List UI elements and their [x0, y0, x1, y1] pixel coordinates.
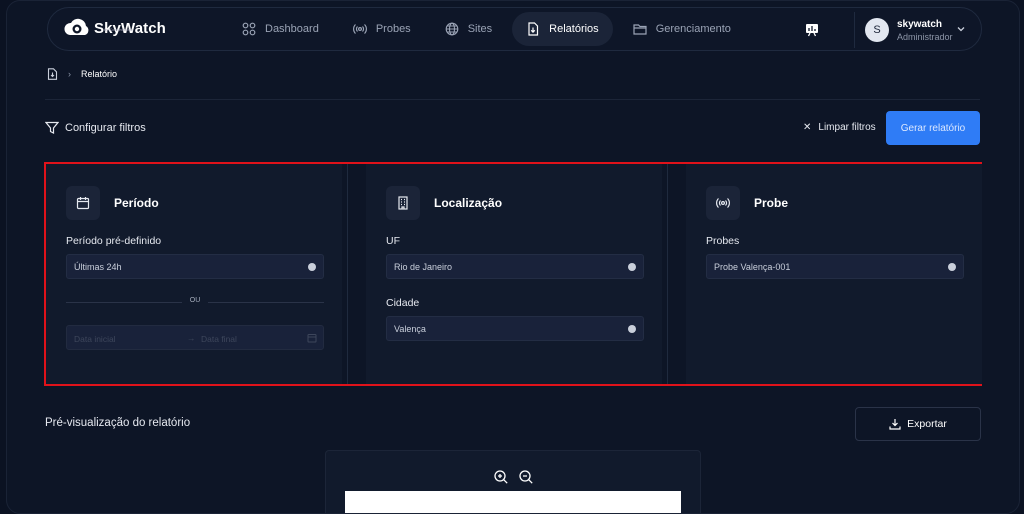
export-button[interactable]: Exportar	[855, 407, 981, 441]
predef-period-select[interactable]: Últimas 24h	[66, 254, 324, 279]
report-download-icon	[528, 22, 539, 36]
select-indicator-icon	[948, 263, 956, 271]
report-download-icon[interactable]	[47, 68, 58, 80]
calendar-icon	[66, 186, 100, 220]
nav-relatorios-label: Relatórios	[549, 23, 599, 35]
breadcrumb: › Relatório	[47, 68, 117, 80]
chevron-down-icon	[957, 27, 965, 32]
nav-probes[interactable]: Probes	[339, 12, 425, 46]
probe-section: Probe Probes Probe Valença-001	[686, 164, 982, 384]
nav-sites[interactable]: Sites	[431, 12, 506, 46]
divider	[45, 99, 980, 100]
top-navbar: SkyWatch by Connectronic Dashboard Probe…	[47, 7, 982, 51]
periodo-title: Período	[114, 196, 159, 210]
nav-dashboard[interactable]: Dashboard	[228, 12, 333, 46]
brand-subtitle: by Connectronic	[104, 27, 133, 32]
cidade-label: Cidade	[386, 297, 420, 309]
cloud-eye-icon	[64, 17, 90, 39]
folder-icon	[633, 24, 647, 35]
start-date-input[interactable]: Data inicial	[74, 334, 116, 344]
or-divider: OU	[66, 297, 324, 307]
user-info: skywatch Administrador	[897, 19, 953, 42]
nav-dashboard-label: Dashboard	[265, 23, 319, 35]
uf-select[interactable]: Rio de Janeiro	[386, 254, 644, 279]
zoom-in-icon[interactable]	[493, 469, 509, 485]
clear-filters-button[interactable]: ✕ Limpar filtros	[803, 122, 876, 133]
periodo-header: Período	[66, 186, 159, 220]
uf-value: Rio de Janeiro	[394, 261, 453, 272]
report-preview	[325, 450, 701, 513]
calendar-icon	[307, 334, 317, 343]
probes-select[interactable]: Probe Valença-001	[706, 254, 964, 279]
main-nav: Dashboard Probes Sites Relatórios Gerenc…	[228, 12, 745, 46]
probe-title: Probe	[754, 196, 789, 210]
avatar: S	[865, 18, 889, 42]
probe-header: Probe	[706, 186, 788, 220]
breadcrumb-current: Relatório	[81, 69, 118, 79]
probes-label: Probes	[706, 235, 740, 247]
predef-period-value: Últimas 24h	[74, 261, 122, 272]
download-icon	[889, 419, 901, 430]
preview-title: Pré-visualização do relatório	[45, 417, 191, 429]
column-separator	[347, 164, 348, 384]
nav-probes-label: Probes	[375, 23, 411, 35]
cidade-value: Valença	[394, 323, 426, 334]
or-text: OU	[189, 297, 201, 304]
globe-icon	[445, 22, 459, 36]
uf-label: UF	[386, 235, 400, 247]
select-indicator-icon	[628, 263, 636, 271]
user-role: Administrador	[897, 31, 953, 42]
filter-panel: Período Período pré-definido Últimas 24h…	[44, 162, 982, 386]
nav-gerenciamento-label: Gerenciamento	[655, 23, 731, 35]
export-label: Exportar	[907, 418, 947, 430]
funnel-icon	[45, 121, 59, 134]
periodo-section: Período Período pré-definido Últimas 24h…	[46, 164, 342, 384]
select-indicator-icon	[628, 325, 636, 333]
presentation-report-icon[interactable]	[804, 22, 820, 38]
grid-icon	[242, 22, 256, 36]
date-range-picker[interactable]: Data inicial → Data final	[66, 325, 324, 350]
user-menu[interactable]: S skywatch Administrador	[854, 12, 978, 48]
radio-signal-icon	[706, 186, 740, 220]
cidade-select[interactable]: Valença	[386, 316, 644, 341]
arrow-right-icon: →	[187, 333, 196, 343]
breadcrumb-separator: ›	[68, 69, 71, 79]
localizacao-title: Localização	[434, 196, 503, 210]
building-icon	[386, 186, 420, 220]
zoom-out-icon[interactable]	[518, 469, 534, 485]
select-indicator-icon	[308, 263, 316, 271]
predef-period-label: Período pré-definido	[66, 235, 162, 247]
end-date-input[interactable]: Data final	[201, 334, 237, 344]
clear-filters-label: Limpar filtros	[818, 122, 876, 133]
configure-filters[interactable]: Configurar filtros	[45, 121, 146, 135]
radio-signal-icon	[352, 24, 367, 34]
nav-sites-label: Sites	[467, 23, 493, 35]
report-page	[345, 491, 681, 513]
app-frame: SkyWatch by Connectronic Dashboard Probe…	[6, 0, 1020, 514]
column-separator	[667, 164, 668, 384]
nav-relatorios[interactable]: Relatórios	[512, 12, 613, 46]
localizacao-header: Localização	[386, 186, 502, 220]
nav-gerenciamento[interactable]: Gerenciamento	[619, 12, 745, 46]
localizacao-section: Localização UF Rio de Janeiro Cidade Val…	[366, 164, 662, 384]
configure-filters-label: Configurar filtros	[65, 122, 146, 134]
generate-report-button[interactable]: Gerar relatório	[886, 111, 980, 145]
probes-value: Probe Valença-001	[714, 261, 791, 272]
close-icon: ✕	[803, 122, 812, 133]
user-name: skywatch	[897, 18, 943, 30]
